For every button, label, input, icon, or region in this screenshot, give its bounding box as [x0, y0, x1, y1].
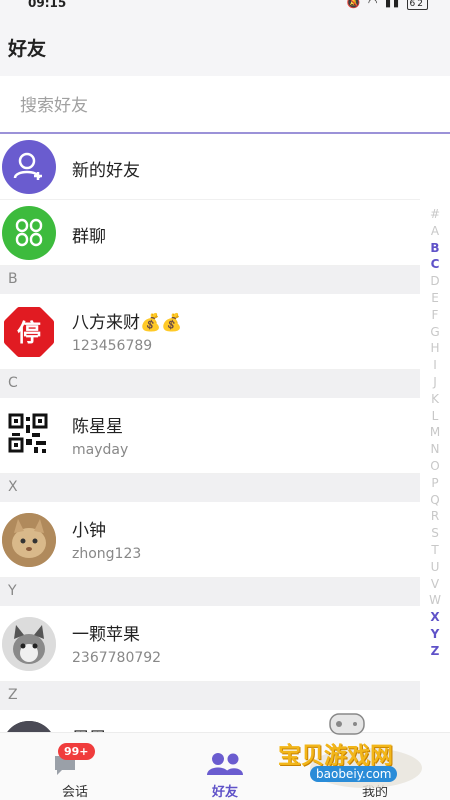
section-header-b: B: [0, 266, 420, 294]
unread-badge: 99+: [58, 743, 95, 760]
index-letter[interactable]: C: [424, 256, 446, 273]
index-letter[interactable]: B: [424, 240, 446, 257]
index-letter[interactable]: M: [424, 424, 446, 441]
contact-id: mayday: [72, 442, 129, 458]
index-letter[interactable]: #: [424, 206, 446, 223]
index-letter[interactable]: E: [424, 290, 446, 307]
contact-list: 新的好友 群聊 B 停 八方来财💰💰 123456789 C 陈星星 mayda…: [0, 134, 420, 786]
section-header-c: C: [0, 370, 420, 398]
contact-item[interactable]: 一颗苹果 2367780792: [0, 606, 420, 682]
index-letter[interactable]: T: [424, 542, 446, 559]
section-letter: C: [8, 375, 18, 391]
group-icon: [2, 206, 56, 260]
contact-item[interactable]: 停 八方来财💰💰 123456789: [0, 294, 420, 370]
avatar: [2, 409, 56, 463]
friends-icon: [205, 751, 245, 781]
avatar: [2, 617, 56, 671]
index-letter[interactable]: Q: [424, 492, 446, 509]
tab-conversations[interactable]: 99+ 会话: [0, 733, 150, 800]
contact-name: 八方来财💰💰: [72, 313, 183, 333]
tab-label: 会话: [61, 785, 88, 800]
watermark-text: 宝贝游戏网: [278, 743, 393, 769]
watermark-url: baobeiy.com: [310, 766, 398, 782]
section-letter: Y: [8, 583, 17, 599]
index-letter[interactable]: U: [424, 559, 446, 576]
index-letter[interactable]: N: [424, 441, 446, 458]
new-friends-label: 新的好友: [72, 161, 140, 181]
status-bar: 09:15 🔕 ◠ ▮▮ 62: [0, 0, 450, 14]
status-icons: 🔕 ◠ ▮▮ 62: [347, 0, 428, 10]
contact-item[interactable]: 陈星星 mayday: [0, 398, 420, 474]
index-letter[interactable]: X: [424, 609, 446, 626]
index-letter[interactable]: J: [424, 374, 446, 391]
index-letter[interactable]: Y: [424, 626, 446, 643]
add-user-icon: [2, 140, 56, 194]
contact-item[interactable]: 小钟 zhong123: [0, 502, 420, 578]
index-letter[interactable]: G: [424, 324, 446, 341]
avatar: 停: [2, 305, 56, 359]
index-letter[interactable]: I: [424, 357, 446, 374]
section-letter: X: [8, 479, 18, 495]
avatar-text: 停: [17, 319, 41, 347]
index-letter[interactable]: D: [424, 273, 446, 290]
group-chat-item[interactable]: 群聊: [0, 200, 420, 266]
header: 好友: [0, 14, 450, 76]
contact-id: 123456789: [72, 338, 153, 354]
watermark-logo: 宝贝游戏网 baobeiy.com: [274, 706, 424, 796]
index-letter[interactable]: O: [424, 458, 446, 475]
section-header-y: Y: [0, 578, 420, 606]
contact-id: 2367780792: [72, 650, 162, 666]
contact-name: 小钟: [72, 521, 106, 541]
section-letter: Z: [8, 687, 18, 703]
index-letter[interactable]: K: [424, 391, 446, 408]
new-friends-item[interactable]: 新的好友: [0, 134, 420, 200]
contact-name: 陈星星: [72, 417, 123, 437]
index-letter[interactable]: L: [424, 408, 446, 425]
contact-id: zhong123: [72, 546, 142, 562]
section-letter: B: [8, 271, 18, 287]
section-header-x: X: [0, 474, 420, 502]
avatar: [2, 513, 56, 567]
index-letter[interactable]: V: [424, 576, 446, 593]
contact-name: 一颗苹果: [72, 625, 140, 645]
page-title: 好友: [8, 38, 47, 60]
group-chat-label: 群聊: [72, 227, 106, 247]
index-letter[interactable]: R: [424, 508, 446, 525]
status-time: 09:15: [28, 0, 67, 10]
index-letter[interactable]: F: [424, 307, 446, 324]
alphabet-index[interactable]: # A B C D E F G H I J K L M N O P Q R S T U V W X Y Z: [424, 206, 446, 660]
battery-icon: 62: [406, 0, 428, 10]
index-letter[interactable]: W: [424, 592, 446, 609]
index-letter[interactable]: H: [424, 340, 446, 357]
search-input[interactable]: [20, 92, 420, 120]
search-bar: [0, 76, 450, 134]
index-letter[interactable]: Z: [424, 643, 446, 660]
index-letter[interactable]: P: [424, 475, 446, 492]
index-letter[interactable]: A: [424, 223, 446, 240]
index-letter[interactable]: S: [424, 525, 446, 542]
